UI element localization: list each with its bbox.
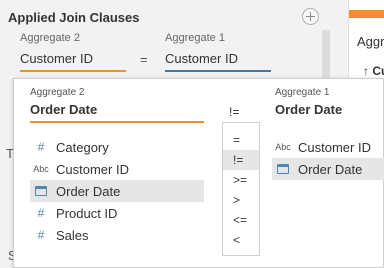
list-item[interactable]: Order Date	[30, 180, 204, 202]
clause-left-field[interactable]: Customer ID	[20, 50, 126, 72]
profile-color-bar	[349, 10, 384, 18]
list-item[interactable]: # Sales	[30, 224, 204, 246]
field-label: Order Date	[298, 161, 363, 177]
field-label: Sales	[56, 227, 89, 243]
list-item[interactable]: Abc Customer ID	[272, 136, 384, 158]
clause-left-caption: Aggregate 2	[20, 32, 80, 44]
string-icon: Abc	[33, 164, 49, 174]
left-field-list: # Category Abc Customer ID Order Date # …	[30, 136, 204, 246]
clause-right-caption: Aggregate 1	[165, 32, 225, 44]
list-item[interactable]: Order Date	[272, 158, 384, 180]
field-label: Product ID	[56, 205, 118, 221]
operator-option[interactable]: <=	[223, 210, 259, 230]
calendar-icon	[35, 186, 47, 196]
operator-option[interactable]: >	[223, 190, 259, 210]
calendar-icon	[277, 164, 289, 174]
left-column-caption: Aggregate 2	[30, 87, 85, 98]
right-column-caption: Aggregate 1	[275, 87, 330, 98]
list-item[interactable]: # Category	[30, 136, 204, 158]
list-item[interactable]: Abc Customer ID	[30, 158, 204, 180]
number-icon: #	[37, 140, 45, 154]
operator-option[interactable]: !=	[223, 150, 259, 170]
field-label: Customer ID	[298, 139, 371, 155]
clause-right-field[interactable]: Customer ID	[165, 50, 271, 72]
operator-list: = != >= > <= <	[222, 122, 260, 256]
right-field-list: Abc Customer ID Order Date	[272, 136, 384, 180]
number-icon: #	[37, 228, 45, 242]
field-label: Order Date	[56, 183, 121, 199]
field-label: Customer ID	[56, 161, 129, 177]
operator-option[interactable]: >=	[223, 170, 259, 190]
add-clause-button[interactable]	[302, 8, 319, 25]
profile-sort-label[interactable]: ↑ Cu	[363, 64, 384, 78]
list-item[interactable]: # Product ID	[30, 202, 204, 224]
panel-title: Applied Join Clauses	[8, 10, 140, 25]
string-icon: Abc	[275, 142, 291, 152]
profile-pane-title: Aggre	[357, 34, 384, 49]
left-field-underline	[30, 121, 204, 123]
join-clause-editor-popup: Aggregate 2 Order Date # Category Abc Cu…	[13, 78, 384, 268]
right-field-dropdown[interactable]: Order Date	[275, 102, 342, 117]
operator-dropdown[interactable]: !=	[229, 105, 239, 119]
operator-option[interactable]: <	[223, 230, 259, 250]
left-field-dropdown[interactable]: Order Date	[30, 102, 97, 117]
number-icon: #	[37, 206, 45, 220]
operator-option[interactable]: =	[223, 130, 259, 150]
field-label: Category	[56, 139, 109, 155]
clause-operator[interactable]: =	[140, 52, 148, 67]
